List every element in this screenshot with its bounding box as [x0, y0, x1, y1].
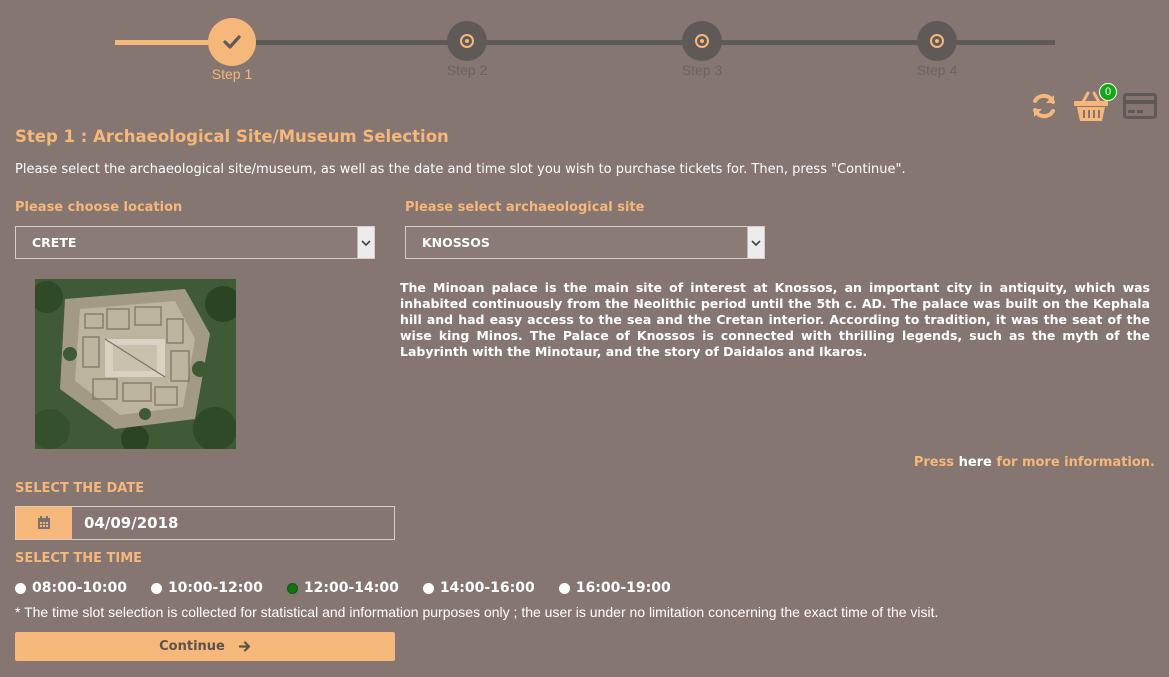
step-1-marker[interactable] — [208, 18, 256, 66]
calendar-icon — [38, 516, 50, 529]
step-4-label: Step 4 — [916, 62, 958, 78]
step-1-label: Step 1 — [211, 66, 253, 82]
time-slot-label: 10:00-12:00 — [167, 580, 263, 596]
time-section-label: SELECT THE TIME — [15, 551, 143, 566]
step-2-marker — [447, 21, 487, 61]
time-slot-label: 16:00-19:00 — [575, 580, 671, 596]
radio-button[interactable] — [422, 582, 434, 594]
basket-icon[interactable]: 0 — [1073, 83, 1117, 122]
more-info-line: Press here for more information. — [914, 455, 1155, 470]
site-label: Please select archaeological site — [405, 200, 645, 215]
circle-dot-icon — [930, 34, 944, 48]
page-title: Step 1 : Archaeological Site/Museum Sele… — [15, 127, 449, 146]
step-2-label: Step 2 — [446, 62, 488, 78]
checkmark-icon — [223, 35, 241, 49]
credit-card-icon[interactable] — [1123, 93, 1157, 119]
site-select[interactable]: KNOSSOS — [405, 226, 765, 259]
arrow-right-icon — [238, 641, 250, 652]
continue-button[interactable]: Continue — [15, 632, 395, 661]
time-slot-option[interactable]: 16:00-19:00 — [558, 580, 671, 596]
time-slot-option[interactable]: 12:00-14:00 — [286, 580, 399, 596]
time-slot-label: 12:00-14:00 — [303, 580, 399, 596]
time-slot-option[interactable]: 08:00-10:00 — [15, 580, 127, 596]
calendar-button[interactable] — [16, 507, 72, 539]
more-info-suffix: for more information. — [996, 455, 1155, 470]
location-label: Please choose location — [15, 200, 183, 215]
date-section-label: SELECT THE DATE — [15, 481, 145, 496]
time-slot-note: * The time slot selection is collected f… — [15, 604, 939, 620]
time-slot-option[interactable]: 14:00-16:00 — [422, 580, 535, 596]
time-slot-label: 14:00-16:00 — [439, 580, 535, 596]
more-info-prefix: Press — [913, 455, 955, 470]
circle-dot-icon — [460, 34, 474, 48]
radio-button[interactable] — [558, 582, 570, 594]
toolbar: 0 — [1029, 83, 1157, 122]
step-3-marker — [682, 21, 722, 61]
refresh-icon[interactable] — [1029, 91, 1059, 121]
time-slot-option[interactable]: 10:00-12:00 — [150, 580, 263, 596]
location-selected-value: CRETE — [32, 235, 77, 250]
more-info-link[interactable]: here — [959, 455, 992, 470]
step-3-label: Step 3 — [681, 62, 723, 78]
site-selected-value: KNOSSOS — [422, 235, 490, 250]
site-photo — [35, 279, 236, 449]
chevron-down-icon[interactable] — [747, 227, 764, 258]
radio-button[interactable] — [150, 582, 162, 594]
continue-label: Continue — [159, 639, 225, 654]
chevron-down-icon[interactable] — [357, 227, 374, 258]
site-description: The Minoan palace is the main site of in… — [400, 280, 1150, 359]
date-field[interactable]: 04/09/2018 — [15, 506, 395, 540]
location-select[interactable]: CRETE — [15, 226, 375, 259]
step-4-marker — [917, 21, 957, 61]
time-slot-label: 08:00-10:00 — [32, 580, 127, 596]
time-slot-group: 08:00-10:00 10:00-12:00 12:00-14:00 14:0… — [15, 580, 695, 596]
progress-stepper: Step 1 Step 2 Step 3 Step 4 — [0, 0, 1169, 90]
date-value[interactable]: 04/09/2018 — [72, 507, 394, 539]
circle-dot-icon — [695, 34, 709, 48]
radio-button-selected[interactable] — [286, 582, 298, 594]
cart-count-badge: 0 — [1099, 83, 1117, 101]
radio-button[interactable] — [15, 582, 26, 594]
page-intro: Please select the archaeological site/mu… — [15, 162, 906, 177]
